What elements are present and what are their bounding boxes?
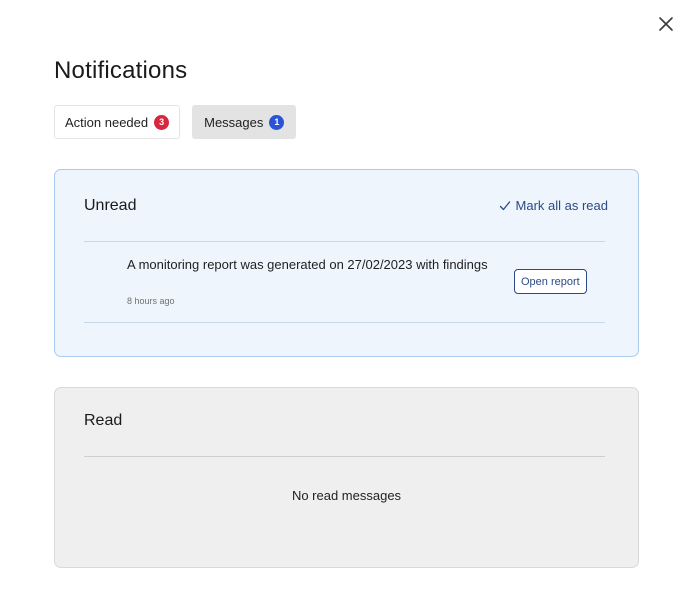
mark-all-label: Mark all as read (515, 198, 608, 213)
tab-messages[interactable]: Messages 1 (192, 105, 297, 139)
mark-all-read-button[interactable]: Mark all as read (499, 198, 608, 213)
notification-time: 8 hours ago (127, 296, 175, 306)
notification-text: A monitoring report was generated on 27/… (127, 257, 488, 272)
notifications-panel: Notifications Action needed 3 Messages 1… (0, 0, 688, 601)
tab-label: Action needed (65, 114, 149, 130)
divider (84, 456, 605, 457)
count-badge: 1 (269, 114, 285, 130)
section-heading: Read (84, 412, 123, 429)
notification-tabs: Action needed 3 Messages 1 (54, 105, 297, 139)
tab-label: Messages (204, 114, 264, 130)
check-icon (499, 200, 511, 212)
read-section: Read No read messages (54, 387, 639, 568)
divider (84, 322, 605, 323)
empty-state-text: No read messages (291, 488, 402, 503)
section-heading: Unread (84, 197, 137, 214)
count-badge: 3 (154, 114, 170, 130)
unread-section: Unread Mark all as read A monitoring rep… (54, 169, 639, 357)
page-title: Notifications (54, 57, 188, 84)
list-item: A monitoring report was generated on 27/… (84, 242, 605, 322)
open-report-button[interactable]: Open report (514, 269, 587, 294)
tab-action-needed[interactable]: Action needed 3 (54, 105, 181, 139)
close-button[interactable] (652, 10, 680, 38)
close-icon (658, 16, 674, 32)
